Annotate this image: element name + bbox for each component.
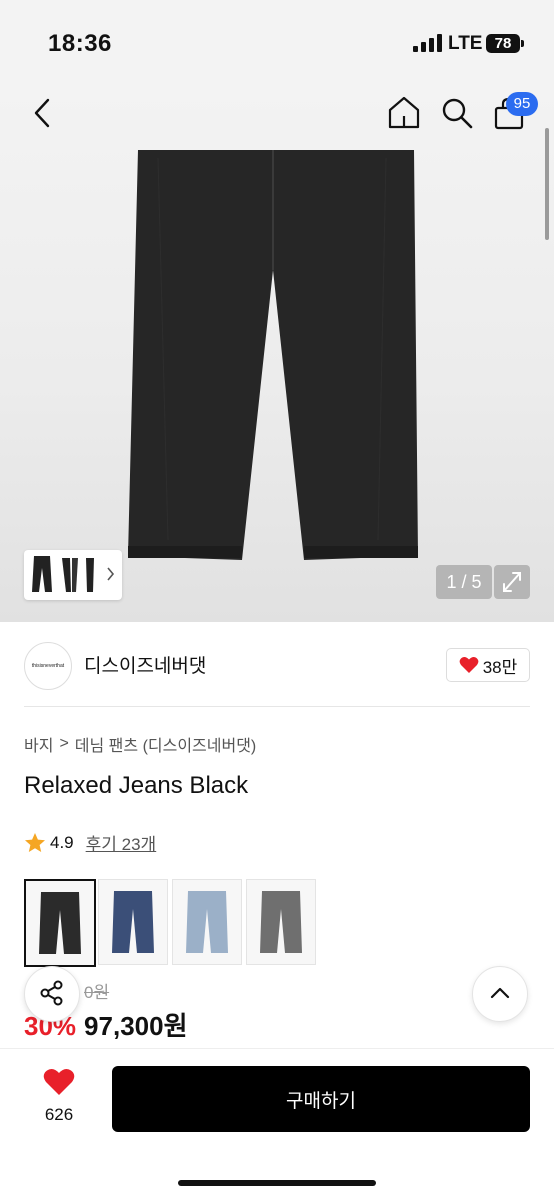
sale-price: 97,300원 [84, 1011, 188, 1041]
swatch-jeans-indigo [112, 891, 154, 953]
home-icon [388, 96, 420, 129]
breadcrumb-subcategory[interactable]: 데님 팬츠 (디스이즈네버댓) [75, 732, 256, 756]
rating-value: 4.9 [50, 832, 74, 852]
rating-row: 4.9 후기 23개 [24, 830, 156, 855]
cart-count-badge: 95 [506, 92, 538, 116]
product-title: Relaxed Jeans Black [24, 772, 249, 799]
star-icon [25, 832, 45, 852]
status-time: 18:36 [48, 30, 112, 57]
thumbnail-jeans [32, 556, 115, 592]
divider [24, 706, 530, 707]
home-button[interactable] [386, 94, 422, 130]
battery-tip [521, 40, 524, 47]
expand-icon [503, 572, 521, 592]
network-type: LTE [448, 33, 483, 54]
search-button[interactable] [440, 96, 474, 130]
heart-icon [43, 1068, 75, 1095]
breadcrumb: 바지 > 데님 팬츠 (디스이즈네버댓) [24, 732, 256, 756]
share-icon [40, 980, 63, 1005]
chevron-up-icon [490, 987, 510, 998]
breadcrumb-separator: > [59, 735, 69, 752]
swatch-jeans-light-blue [186, 891, 228, 953]
brand-like-count: 38만 [482, 657, 518, 677]
color-swatch-light-blue[interactable] [172, 879, 242, 965]
battery-icon: 78 [486, 34, 520, 53]
color-swatch-black[interactable] [24, 879, 96, 967]
scroll-to-top-button[interactable] [472, 966, 528, 1022]
color-swatch-indigo[interactable] [98, 879, 168, 965]
breadcrumb-category[interactable]: 바지 [24, 732, 53, 756]
brand-logo-text: thisisneverthat [31, 663, 65, 669]
heart-icon [459, 657, 479, 673]
back-button[interactable] [28, 96, 58, 130]
search-icon [442, 98, 473, 129]
share-button[interactable] [24, 966, 80, 1022]
brand-name[interactable]: 디스이즈네버댓 [84, 651, 206, 678]
fullscreen-button[interactable] [494, 565, 530, 599]
original-price: 0원 [84, 983, 110, 1002]
buy-button[interactable]: 구매하기 [112, 1066, 530, 1132]
scrollbar[interactable] [545, 128, 549, 240]
swatch-jeans-grey [260, 891, 302, 953]
signal-icon [413, 34, 442, 52]
color-swatch-grey[interactable] [246, 879, 316, 965]
reviews-link[interactable]: 후기 23개 [86, 830, 157, 855]
swatch-jeans-black [39, 892, 81, 954]
home-indicator [178, 1180, 376, 1186]
brand-like-button[interactable]: 38만 [446, 648, 530, 682]
wishlist-button[interactable]: 626 [30, 1068, 88, 1132]
product-image-jeans [128, 150, 418, 560]
image-thumbnail-strip[interactable] [24, 550, 122, 600]
image-counter: 1 / 5 [436, 565, 492, 599]
brand-logo[interactable]: thisisneverthat [24, 642, 72, 690]
wishlist-count: 626 [44, 1105, 74, 1124]
chevron-left-icon [34, 98, 50, 128]
